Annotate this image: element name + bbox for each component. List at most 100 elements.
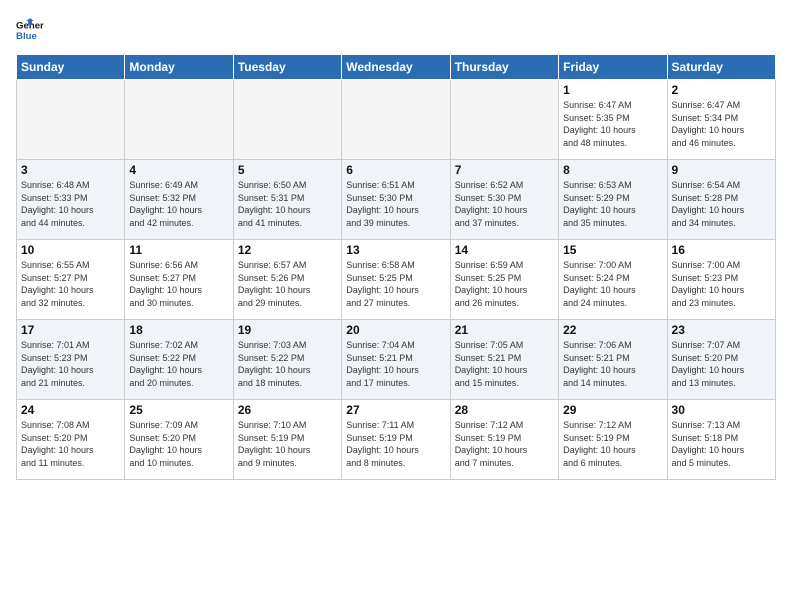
day-info: Sunrise: 7:04 AM Sunset: 5:21 PM Dayligh… [346, 339, 445, 389]
day-info: Sunrise: 7:08 AM Sunset: 5:20 PM Dayligh… [21, 419, 120, 469]
day-number: 29 [563, 403, 662, 417]
day-info: Sunrise: 6:56 AM Sunset: 5:27 PM Dayligh… [129, 259, 228, 309]
calendar-cell [125, 80, 233, 160]
calendar-cell: 1 Sunrise: 6:47 AM Sunset: 5:35 PM Daylig… [559, 80, 667, 160]
day-info: Sunrise: 7:00 AM Sunset: 5:24 PM Dayligh… [563, 259, 662, 309]
day-info: Sunrise: 6:58 AM Sunset: 5:25 PM Dayligh… [346, 259, 445, 309]
day-number: 13 [346, 243, 445, 257]
calendar-cell: 29Sunrise: 7:12 AM Sunset: 5:19 PM Dayli… [559, 400, 667, 480]
day-number: 27 [346, 403, 445, 417]
day-number: 23 [672, 323, 771, 337]
day-info: Sunrise: 7:09 AM Sunset: 5:20 PM Dayligh… [129, 419, 228, 469]
calendar-cell [233, 80, 341, 160]
day-info: Sunrise: 7:11 AM Sunset: 5:19 PM Dayligh… [346, 419, 445, 469]
day-number: 9 [672, 163, 771, 177]
day-number: 7 [455, 163, 554, 177]
calendar-week-row: 1 Sunrise: 6:47 AM Sunset: 5:35 PM Daylig… [17, 80, 776, 160]
day-info: Sunrise: 7:10 AM Sunset: 5:19 PM Dayligh… [238, 419, 337, 469]
calendar-week-row: 3 Sunrise: 6:48 AM Sunset: 5:33 PM Daylig… [17, 160, 776, 240]
day-number: 16 [672, 243, 771, 257]
day-info: Sunrise: 6:50 AM Sunset: 5:31 PM Dayligh… [238, 179, 337, 229]
day-header-thursday: Thursday [450, 55, 558, 80]
day-number: 4 [129, 163, 228, 177]
calendar-cell: 6Sunrise: 6:51 AM Sunset: 5:30 PM Daylig… [342, 160, 450, 240]
calendar-cell: 18 Sunrise: 7:02 AM Sunset: 5:22 PM Dayli… [125, 320, 233, 400]
day-number: 5 [238, 163, 337, 177]
day-number: 10 [21, 243, 120, 257]
day-info: Sunrise: 6:47 AM Sunset: 5:34 PM Dayligh… [672, 99, 771, 149]
day-info: Sunrise: 7:03 AM Sunset: 5:22 PM Dayligh… [238, 339, 337, 389]
calendar-cell: 27 Sunrise: 7:11 AM Sunset: 5:19 PM Dayli… [342, 400, 450, 480]
calendar-table: SundayMondayTuesdayWednesdayThursdayFrid… [16, 54, 776, 480]
day-number: 17 [21, 323, 120, 337]
calendar-cell [342, 80, 450, 160]
day-number: 8 [563, 163, 662, 177]
day-info: Sunrise: 7:13 AM Sunset: 5:18 PM Dayligh… [672, 419, 771, 469]
calendar-header-row: SundayMondayTuesdayWednesdayThursdayFrid… [17, 55, 776, 80]
calendar-cell: 24Sunrise: 7:08 AM Sunset: 5:20 PM Dayli… [17, 400, 125, 480]
page-header: General Blue [16, 16, 776, 44]
day-number: 22 [563, 323, 662, 337]
calendar-cell: 22 Sunrise: 7:06 AM Sunset: 5:21 PM Dayli… [559, 320, 667, 400]
calendar-cell: 5 Sunrise: 6:50 AM Sunset: 5:31 PM Daylig… [233, 160, 341, 240]
day-number: 26 [238, 403, 337, 417]
day-info: Sunrise: 6:54 AM Sunset: 5:28 PM Dayligh… [672, 179, 771, 229]
calendar-cell: 13 Sunrise: 6:58 AM Sunset: 5:25 PM Dayli… [342, 240, 450, 320]
day-header-sunday: Sunday [17, 55, 125, 80]
day-number: 3 [21, 163, 120, 177]
calendar-cell: 15 Sunrise: 7:00 AM Sunset: 5:24 PM Dayli… [559, 240, 667, 320]
calendar-cell: 10Sunrise: 6:55 AM Sunset: 5:27 PM Dayli… [17, 240, 125, 320]
day-number: 14 [455, 243, 554, 257]
day-info: Sunrise: 7:12 AM Sunset: 5:19 PM Dayligh… [455, 419, 554, 469]
calendar-cell: 7Sunrise: 6:52 AM Sunset: 5:30 PM Daylig… [450, 160, 558, 240]
day-number: 25 [129, 403, 228, 417]
day-info: Sunrise: 7:01 AM Sunset: 5:23 PM Dayligh… [21, 339, 120, 389]
calendar-cell: 20 Sunrise: 7:04 AM Sunset: 5:21 PM Dayli… [342, 320, 450, 400]
day-info: Sunrise: 6:57 AM Sunset: 5:26 PM Dayligh… [238, 259, 337, 309]
calendar-cell: 21 Sunrise: 7:05 AM Sunset: 5:21 PM Dayli… [450, 320, 558, 400]
day-header-saturday: Saturday [667, 55, 775, 80]
calendar-week-row: 17 Sunrise: 7:01 AM Sunset: 5:23 PM Dayli… [17, 320, 776, 400]
calendar-week-row: 24Sunrise: 7:08 AM Sunset: 5:20 PM Dayli… [17, 400, 776, 480]
svg-text:Blue: Blue [16, 31, 37, 42]
day-number: 30 [672, 403, 771, 417]
day-header-tuesday: Tuesday [233, 55, 341, 80]
day-number: 12 [238, 243, 337, 257]
calendar-cell: 4 Sunrise: 6:49 AM Sunset: 5:32 PM Daylig… [125, 160, 233, 240]
day-info: Sunrise: 6:49 AM Sunset: 5:32 PM Dayligh… [129, 179, 228, 229]
day-info: Sunrise: 6:48 AM Sunset: 5:33 PM Dayligh… [21, 179, 120, 229]
day-number: 18 [129, 323, 228, 337]
day-number: 1 [563, 83, 662, 97]
day-info: Sunrise: 6:47 AM Sunset: 5:35 PM Dayligh… [563, 99, 662, 149]
day-number: 15 [563, 243, 662, 257]
day-number: 21 [455, 323, 554, 337]
day-number: 2 [672, 83, 771, 97]
calendar-cell: 25 Sunrise: 7:09 AM Sunset: 5:20 PM Dayli… [125, 400, 233, 480]
day-header-friday: Friday [559, 55, 667, 80]
day-info: Sunrise: 7:07 AM Sunset: 5:20 PM Dayligh… [672, 339, 771, 389]
calendar-cell: 3 Sunrise: 6:48 AM Sunset: 5:33 PM Daylig… [17, 160, 125, 240]
day-number: 20 [346, 323, 445, 337]
calendar-cell: 2 Sunrise: 6:47 AM Sunset: 5:34 PM Daylig… [667, 80, 775, 160]
calendar-week-row: 10Sunrise: 6:55 AM Sunset: 5:27 PM Dayli… [17, 240, 776, 320]
day-info: Sunrise: 6:59 AM Sunset: 5:25 PM Dayligh… [455, 259, 554, 309]
calendar-cell: 17 Sunrise: 7:01 AM Sunset: 5:23 PM Dayli… [17, 320, 125, 400]
calendar-cell: 11 Sunrise: 6:56 AM Sunset: 5:27 PM Dayli… [125, 240, 233, 320]
day-header-monday: Monday [125, 55, 233, 80]
day-number: 11 [129, 243, 228, 257]
calendar-cell: 9 Sunrise: 6:54 AM Sunset: 5:28 PM Daylig… [667, 160, 775, 240]
day-number: 6 [346, 163, 445, 177]
day-info: Sunrise: 7:02 AM Sunset: 5:22 PM Dayligh… [129, 339, 228, 389]
calendar-cell: 16Sunrise: 7:00 AM Sunset: 5:23 PM Dayli… [667, 240, 775, 320]
calendar-cell [17, 80, 125, 160]
calendar-cell: 30 Sunrise: 7:13 AM Sunset: 5:18 PM Dayli… [667, 400, 775, 480]
calendar-cell: 19 Sunrise: 7:03 AM Sunset: 5:22 PM Dayli… [233, 320, 341, 400]
day-info: Sunrise: 7:05 AM Sunset: 5:21 PM Dayligh… [455, 339, 554, 389]
day-number: 28 [455, 403, 554, 417]
calendar-cell: 14 Sunrise: 6:59 AM Sunset: 5:25 PM Dayli… [450, 240, 558, 320]
calendar-cell: 28 Sunrise: 7:12 AM Sunset: 5:19 PM Dayli… [450, 400, 558, 480]
day-number: 19 [238, 323, 337, 337]
day-info: Sunrise: 6:53 AM Sunset: 5:29 PM Dayligh… [563, 179, 662, 229]
calendar-cell: 23 Sunrise: 7:07 AM Sunset: 5:20 PM Dayli… [667, 320, 775, 400]
day-info: Sunrise: 7:06 AM Sunset: 5:21 PM Dayligh… [563, 339, 662, 389]
